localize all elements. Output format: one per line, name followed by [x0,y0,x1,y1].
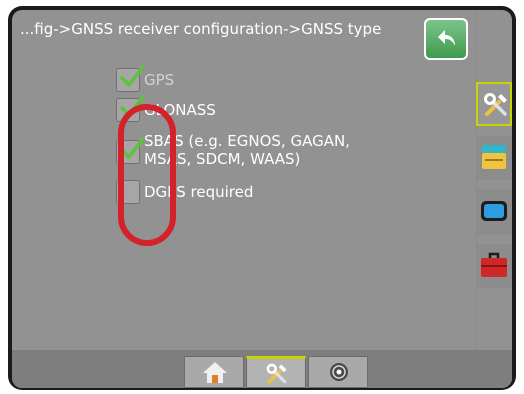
bottom-tab-gnss[interactable] [308,356,368,388]
side-tab-tools[interactable] [476,82,512,126]
display-icon [481,201,507,221]
breadcrumb: ...fig->GNSS receiver configuration->GNS… [20,20,382,38]
checkmark-icon [120,65,145,87]
back-arrow-icon [438,30,455,46]
bottom-tab-tools[interactable] [246,356,306,388]
bottom-tab-bar [12,350,512,388]
tools-icon [484,93,507,116]
tools-icon [266,363,287,384]
main-panel: ...fig->GNSS receiver configuration->GNS… [12,10,477,350]
home-icon [203,362,227,383]
side-tab-toolbox[interactable] [476,244,512,288]
gnss-icon [330,363,348,381]
screen: ...fig->GNSS receiver configuration->GNS… [12,10,512,388]
side-tab-console[interactable] [476,136,512,180]
bottom-tab-home[interactable] [184,356,244,388]
toolbox-icon [481,252,507,277]
back-button[interactable] [424,18,468,60]
gps-checkbox [116,65,145,92]
console-icon [482,145,506,169]
side-tab-display[interactable] [476,190,512,234]
highlight-annotation [118,104,176,246]
gps-label: GPS [144,71,175,89]
